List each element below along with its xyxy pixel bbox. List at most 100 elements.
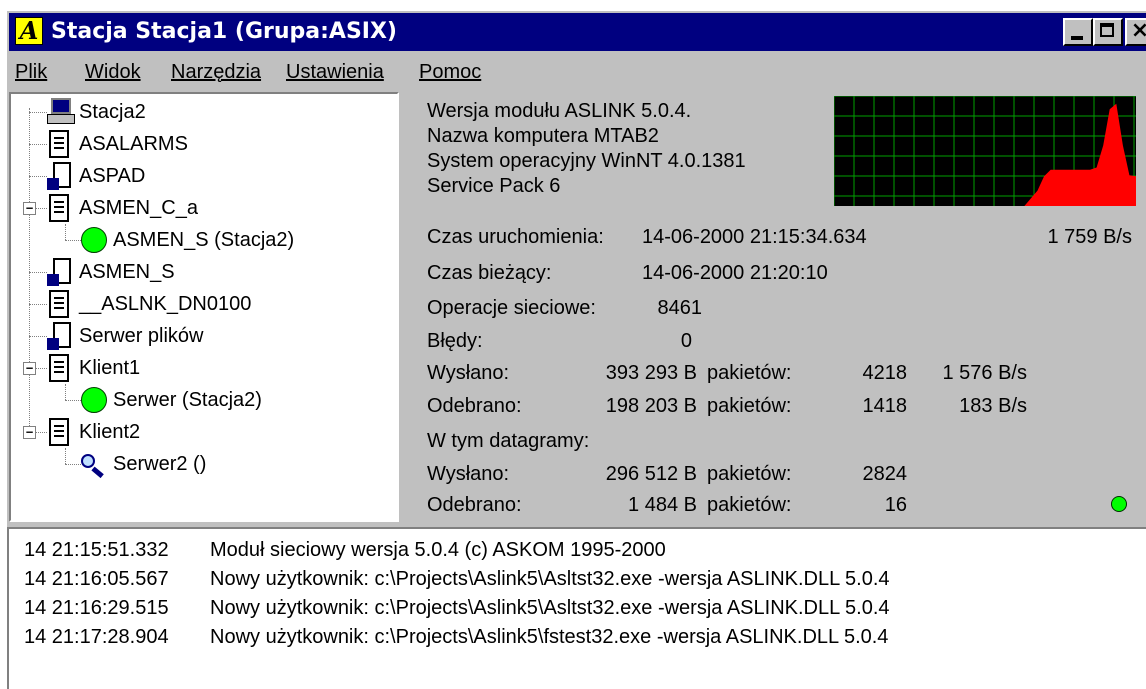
graph-traffic-area [834, 103, 1136, 206]
close-button[interactable]: × [1125, 18, 1146, 46]
dg-sent-label: Wysłano: [427, 463, 510, 485]
log-time: 14 21:17:28.904 [24, 626, 169, 648]
tree-node[interactable]: − Klient2 [11, 416, 397, 448]
tree-node-label: Stacja2 [79, 101, 146, 123]
received-bytes: 198 203 B [605, 395, 697, 417]
tree-connector [65, 240, 81, 241]
green-status-icon [81, 387, 107, 413]
received-packets-label: pakietów: [707, 395, 792, 417]
menu-ustawienia[interactable]: Ustawienia [286, 59, 384, 85]
sent-packets: 4218 [862, 362, 908, 384]
sent-label: Wysłano: [427, 362, 510, 384]
menu-bar: Plik Widok Narzędzia Ustawienia Pomoc [7, 57, 1146, 87]
current-time-label: Czas bieżący: [427, 262, 552, 284]
sent-bytes: 393 293 B [605, 362, 697, 384]
log-entry[interactable]: 14 21:16:29.515 Nowy użytkownik: c:\Proje… [9, 595, 1139, 625]
tree-node-label: ASPAD [79, 165, 146, 187]
document-icon [49, 130, 69, 158]
tree-connector [29, 336, 47, 337]
total-rate: 1 759 B/s [1047, 226, 1132, 248]
net-ops-value: 8461 [657, 297, 703, 319]
tree-node-label: Klient1 [79, 357, 141, 379]
dg-sent-packets: 2824 [862, 463, 908, 485]
title-bar[interactable]: A Stacja Stacja1 (Grupa:ASIX) × [9, 13, 1146, 51]
computer-name: Nazwa komputera MTAB2 [427, 125, 659, 147]
tree-connector [65, 400, 81, 401]
log-time: 14 21:15:51.332 [24, 539, 169, 561]
dg-sent-bytes: 296 512 B [605, 463, 697, 485]
collapse-icon[interactable]: − [23, 202, 36, 215]
menu-narzedzia[interactable]: Narzędzia [171, 59, 261, 85]
tree-node-label: ASMEN_S [79, 261, 175, 283]
minimize-button[interactable] [1063, 18, 1093, 46]
tree-node[interactable]: ASMEN_S (Stacja2) [11, 224, 397, 256]
magnifier-icon [81, 454, 105, 479]
app-icon[interactable]: A [15, 17, 43, 45]
tree-node[interactable]: ASALARMS [11, 128, 397, 160]
dg-received-packets-label: pakietów: [707, 494, 792, 516]
tree-node[interactable]: Serwer2 () [11, 448, 397, 480]
datagrams-label: W tym datagramy: [427, 430, 590, 452]
tree-node[interactable]: Stacja2 [11, 96, 397, 128]
maximize-button[interactable] [1093, 18, 1123, 46]
green-status-icon [81, 227, 107, 253]
menu-label: Narzędzia [171, 61, 262, 83]
minimize-icon [1071, 36, 1083, 40]
tree-connector [29, 176, 47, 177]
log-message: Nowy użytkownik: c:\Projects\Aslink5\fst… [210, 626, 889, 648]
tree-connector [65, 464, 81, 465]
collapse-icon[interactable]: − [23, 426, 36, 439]
log-message: Moduł sieciowy wersja 5.0.4 (c) ASKOM 19… [210, 539, 666, 561]
menu-pomoc[interactable]: Pomoc [419, 59, 481, 85]
tree-node[interactable]: ASPAD [11, 160, 397, 192]
sent-packets-label: pakietów: [707, 362, 792, 384]
document-icon [49, 290, 69, 318]
tree-node[interactable]: − Klient1 [11, 352, 397, 384]
tree-node[interactable]: ASMEN_S [11, 256, 397, 288]
tree-connector [65, 448, 66, 464]
pad-document-icon [47, 258, 73, 286]
log-entry[interactable]: 14 21:16:05.567 Nowy użytkownik: c:\Proje… [9, 566, 1139, 596]
collapse-icon[interactable]: − [23, 362, 36, 375]
module-version: Wersja modułu ASLINK 5.0.4. [427, 100, 692, 122]
tree-node[interactable]: Serwer plików [11, 320, 397, 352]
tree-node[interactable]: __ASLNK_DN0100 [11, 288, 397, 320]
tree-node-label: Klient2 [79, 421, 141, 443]
service-pack: Service Pack 6 [427, 175, 561, 197]
tree-connector [29, 304, 47, 305]
station-tree[interactable]: Stacja2 ASALARMS ASPAD − ASMEN_C_a ASMEN_S (S… [9, 92, 399, 522]
dg-sent-packets-label: pakietów: [707, 463, 792, 485]
log-message: Nowy użytkownik: c:\Projects\Aslink5\Asl… [210, 568, 890, 590]
menu-label: Ustawienia [286, 61, 384, 83]
dg-received-label: Odebrano: [427, 494, 522, 516]
sent-rate: 1 576 B/s [942, 362, 1027, 384]
errors-label: Błędy: [427, 330, 483, 352]
event-log[interactable]: 14 21:15:51.332 Moduł sieciowy wersja 5.0… [7, 527, 1146, 689]
tree-connector [29, 272, 47, 273]
tree-node-label: Serwer (Stacja2) [113, 389, 262, 411]
tree-node[interactable]: − ASMEN_C_a [11, 192, 397, 224]
tree-node-label: Serwer plików [79, 325, 204, 347]
tree-node[interactable]: Serwer (Stacja2) [11, 384, 397, 416]
received-packets: 1418 [862, 395, 908, 417]
menu-widok[interactable]: Widok [85, 59, 141, 85]
dg-received-packets: 16 [884, 494, 907, 516]
log-time: 14 21:16:29.515 [24, 597, 169, 619]
pad-document-icon [47, 322, 73, 350]
tree-node-label: ASMEN_S (Stacja2) [113, 229, 295, 251]
tree-node-label: Serwer2 () [113, 453, 207, 475]
info-panel: Wersja modułu ASLINK 5.0.4. Nazwa komput… [407, 92, 1142, 522]
tree-connector [29, 112, 47, 113]
start-time-label: Czas uruchomienia: [427, 226, 604, 248]
menu-plik[interactable]: Plik [15, 59, 47, 85]
close-icon: × [1130, 18, 1146, 43]
log-time: 14 21:16:05.567 [24, 568, 169, 590]
menu-label: Plik [15, 61, 48, 83]
os-version: System operacyjny WinNT 4.0.1381 [427, 150, 746, 172]
errors-value: 0 [680, 330, 692, 352]
computer-icon [47, 98, 75, 124]
log-entry[interactable]: 14 21:17:28.904 Nowy użytkownik: c:\Proje… [9, 624, 1139, 654]
tree-connector [29, 144, 47, 145]
menu-label: Widok [85, 61, 141, 83]
log-entry[interactable]: 14 21:15:51.332 Moduł sieciowy wersja 5.0… [9, 537, 1139, 567]
